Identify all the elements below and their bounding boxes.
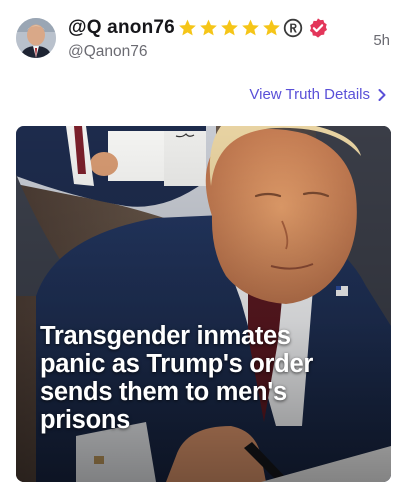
avatar-image [16, 18, 56, 58]
view-truth-details-label: View Truth Details [249, 86, 370, 103]
star-icon [179, 19, 196, 36]
registered-mark-icon [283, 18, 303, 38]
star-icon [200, 19, 217, 36]
chevron-right-icon [378, 88, 386, 101]
post-header: @Q anon76 @Qanon76 5h [0, 0, 408, 80]
display-name[interactable]: @Q anon76 [68, 17, 175, 39]
verified-badge-icon [309, 18, 327, 38]
media-headline: Transgender inmates panic as Trump's ord… [40, 322, 313, 434]
post-timestamp: 5h [373, 32, 390, 49]
view-truth-details-link[interactable]: View Truth Details [249, 86, 388, 103]
star-rating [177, 18, 282, 38]
star-icon [221, 19, 238, 36]
star-icon [263, 19, 280, 36]
post-media[interactable]: Transgender inmates panic as Trump's ord… [16, 126, 391, 482]
avatar[interactable] [16, 18, 56, 58]
star-icon [242, 19, 259, 36]
display-name-row: @Q anon76 [68, 15, 329, 41]
user-handle[interactable]: @Qanon76 [68, 43, 148, 61]
